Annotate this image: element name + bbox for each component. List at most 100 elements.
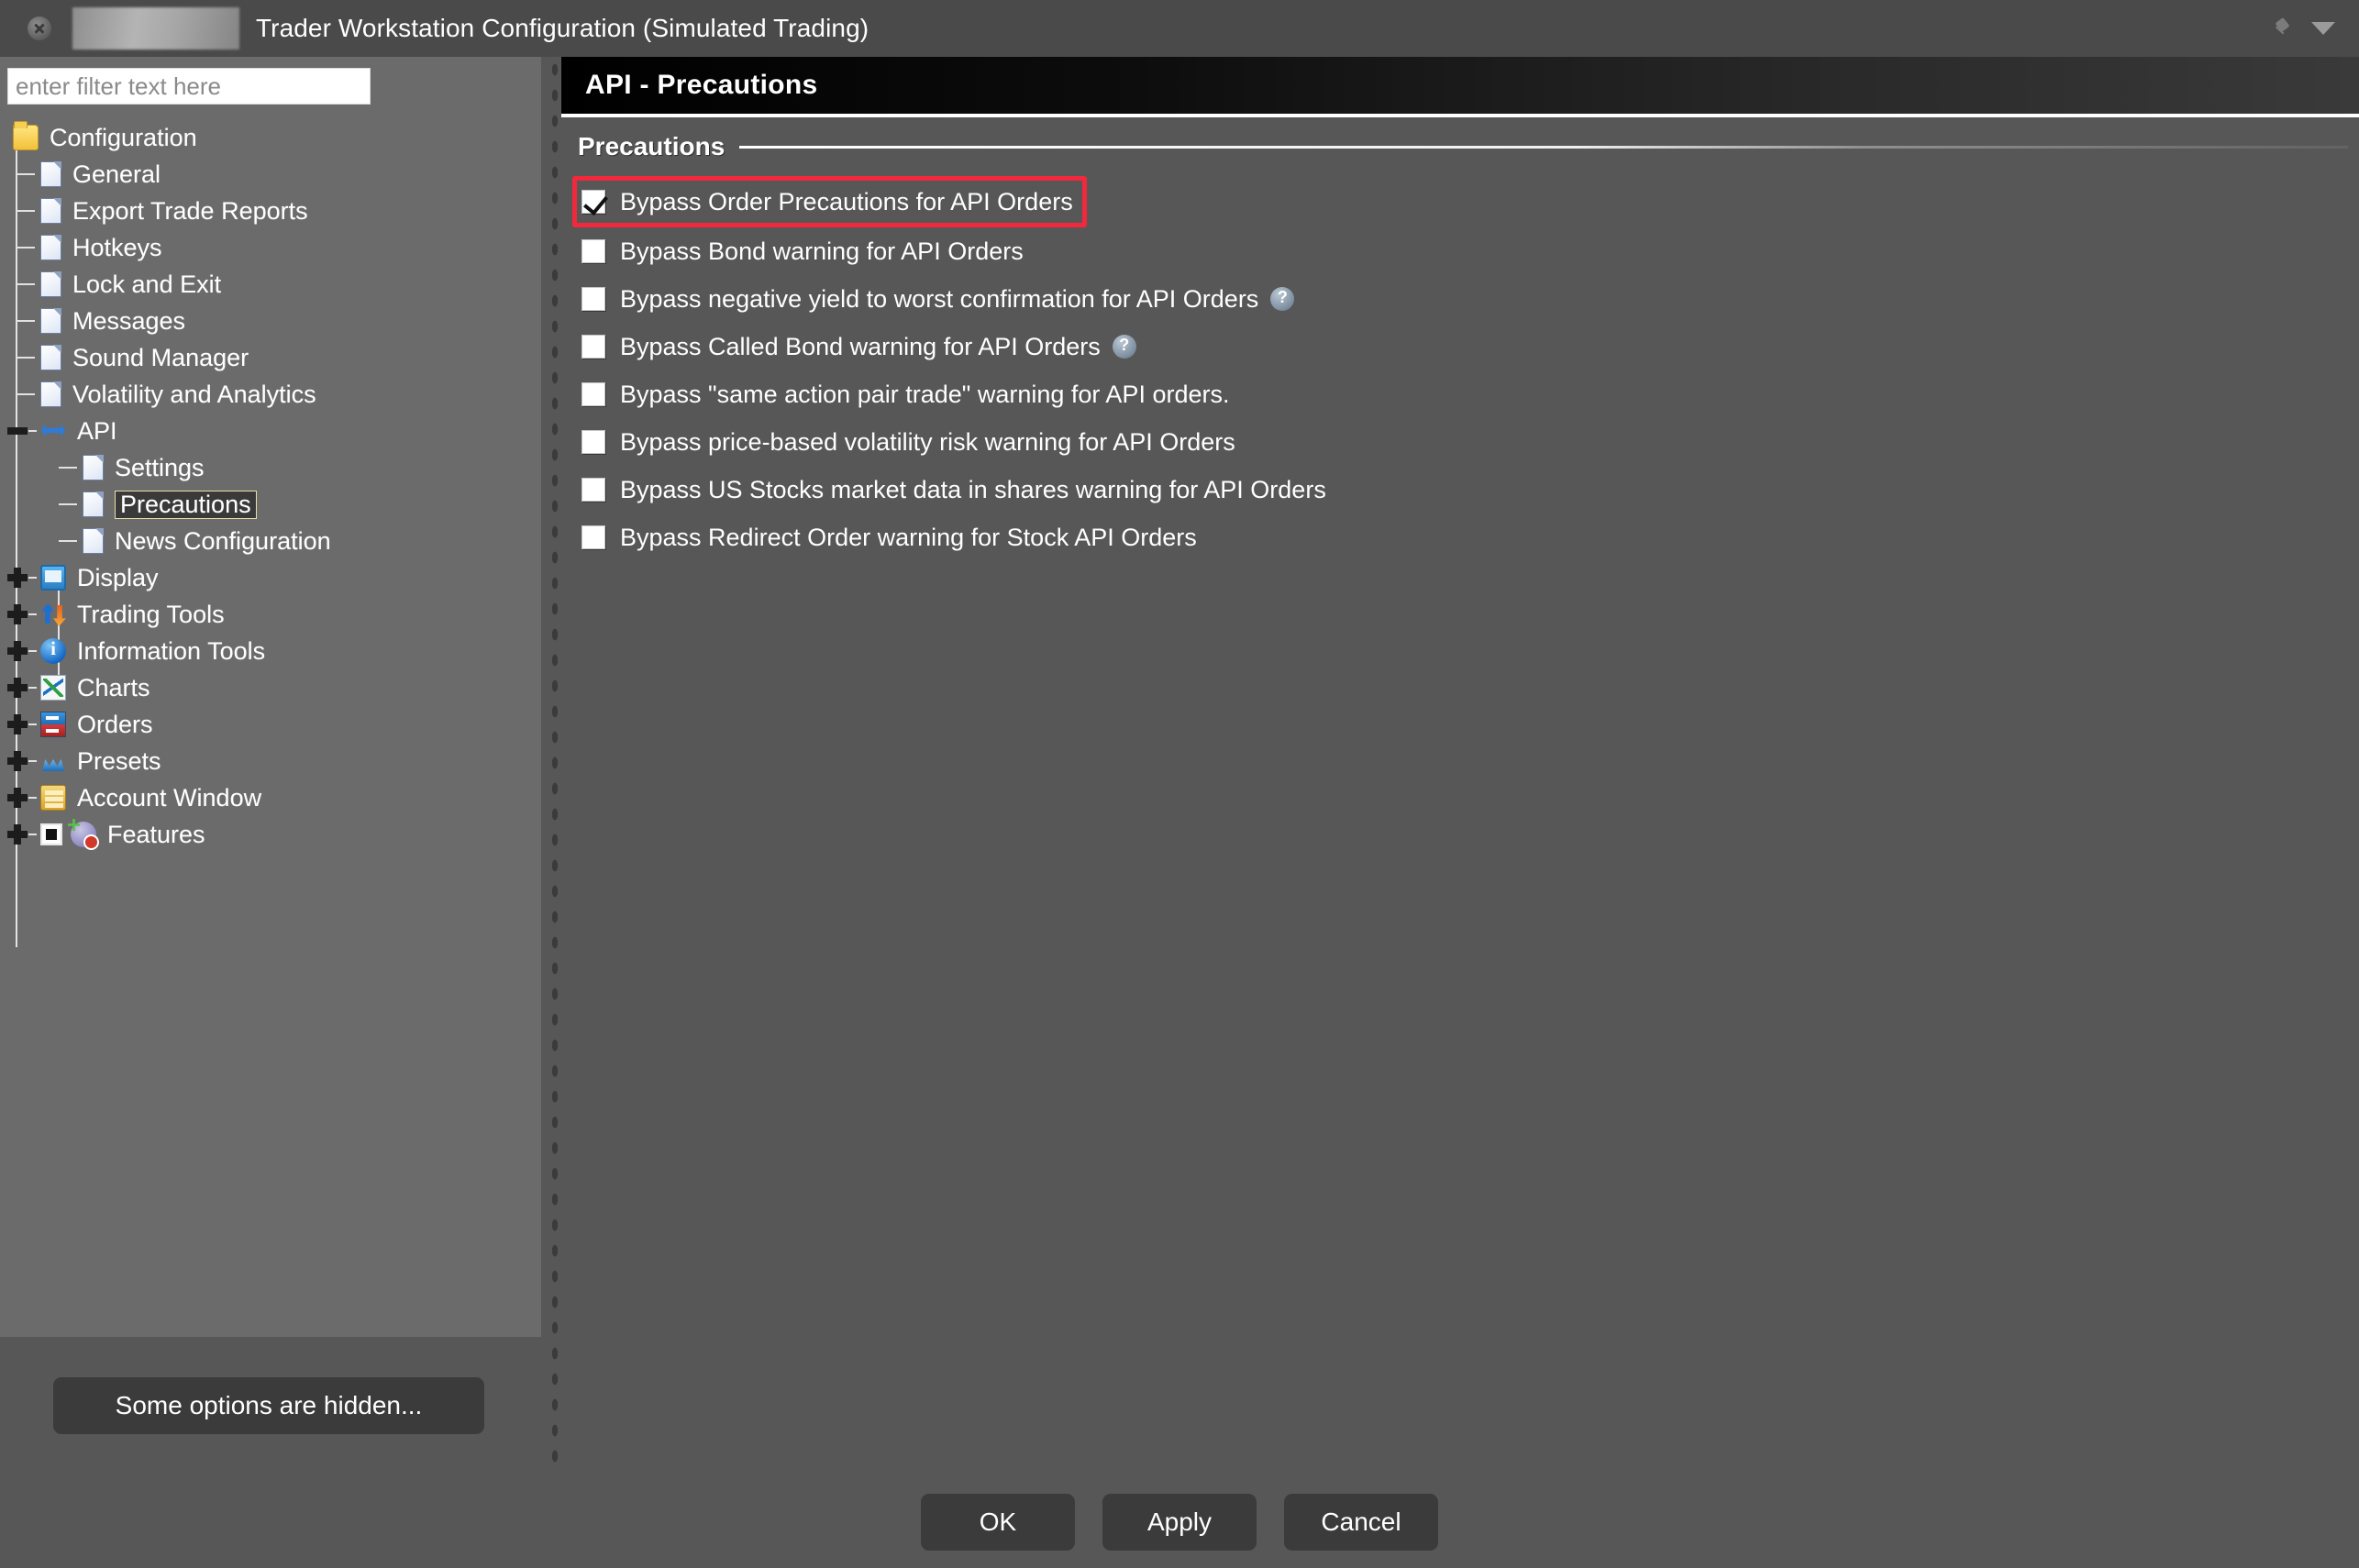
features-checkbox[interactable] [40, 823, 62, 845]
document-icon [83, 491, 104, 517]
tree-item-label: Hotkeys [72, 236, 162, 260]
help-icon[interactable] [1270, 287, 1294, 311]
tree-connector [17, 173, 35, 175]
tree-item-configuration[interactable]: Configuration [0, 119, 541, 156]
tree-item-label: Trading Tools [77, 602, 225, 627]
split-pane-divider[interactable] [548, 57, 561, 1467]
expand-plus-icon[interactable] [7, 604, 28, 624]
expand-plus-icon[interactable] [7, 824, 28, 845]
presets-icon [40, 748, 66, 774]
tree-item-messages[interactable]: Messages [0, 303, 541, 339]
expand-plus-icon[interactable] [7, 568, 28, 588]
tree-connector [28, 430, 37, 432]
tree-item-api[interactable]: API [0, 413, 541, 449]
expand-plus-icon[interactable] [7, 714, 28, 734]
tree-item-information-tools[interactable]: Information Tools [0, 633, 541, 669]
tree-item-general[interactable]: General [0, 156, 541, 193]
group-title: Precautions [578, 132, 725, 161]
section-header: API - Precautions [561, 57, 2359, 117]
checkbox-unchecked-icon[interactable] [581, 287, 605, 311]
collapse-minus-icon[interactable] [7, 421, 28, 441]
tree-item-label: Display [77, 566, 159, 591]
apply-button[interactable]: Apply [1102, 1494, 1257, 1551]
window-title-bar: Trader Workstation Configuration (Simula… [0, 0, 2359, 57]
checkbox-row[interactable]: Bypass negative yield to worst confirmat… [581, 275, 1303, 323]
document-icon [40, 271, 61, 297]
tree-item-volatility-and-analytics[interactable]: Volatility and Analytics [0, 376, 541, 413]
cancel-button[interactable]: Cancel [1284, 1494, 1438, 1551]
tree-item-label: Orders [77, 712, 153, 737]
tree-item-label: General [72, 162, 161, 187]
document-icon [40, 308, 61, 334]
tree-item-label: Sound Manager [72, 346, 249, 370]
tree-item-lock-and-exit[interactable]: Lock and Exit [0, 266, 541, 303]
tree-connector [28, 687, 37, 689]
precautions-checkbox-list: Bypass Order Precautions for API OrdersB… [561, 176, 2359, 561]
tree-item-display[interactable]: Display [0, 559, 541, 596]
checkbox-row[interactable]: Bypass US Stocks market data in shares w… [581, 466, 1335, 513]
checkbox-checked-icon[interactable] [581, 190, 605, 214]
expand-plus-icon[interactable] [7, 678, 28, 698]
checkbox-unchecked-icon[interactable] [581, 525, 605, 549]
tree-connector [17, 210, 35, 212]
page-title: API - Precautions [585, 70, 818, 101]
document-icon [40, 345, 61, 370]
checkbox-unchecked-icon[interactable] [581, 430, 605, 454]
configuration-tree: Configuration General Export Trade Reports… [0, 119, 541, 853]
tree-item-charts[interactable]: Charts [0, 669, 541, 706]
ok-button[interactable]: OK [921, 1494, 1075, 1551]
trading-tools-icon [40, 602, 66, 627]
tree-item-settings[interactable]: Settings [0, 449, 541, 486]
tree-item-export-trade-reports[interactable]: Export Trade Reports [0, 193, 541, 229]
titlebar-controls [2273, 17, 2335, 39]
tree-item-sound-manager[interactable]: Sound Manager [0, 339, 541, 376]
hidden-options-button[interactable]: Some options are hidden... [53, 1377, 484, 1434]
checkbox-label: Bypass US Stocks market data in shares w… [620, 476, 1326, 504]
tree-item-account-window[interactable]: Account Window [0, 779, 541, 816]
checkbox-row[interactable]: Bypass Called Bond warning for API Order… [581, 323, 1146, 370]
tree-item-precautions[interactable]: Precautions [0, 486, 541, 523]
tree-item-news-configuration[interactable]: News Configuration [0, 523, 541, 559]
tree-connector [28, 650, 37, 652]
checkbox-unchecked-icon[interactable] [581, 478, 605, 502]
dialog-button-bar: OK Apply Cancel [0, 1476, 2359, 1568]
pushpin-icon[interactable] [2273, 17, 2293, 39]
close-icon[interactable] [28, 17, 51, 40]
tree-item-label: Account Window [77, 786, 261, 811]
tree-connector [17, 283, 35, 285]
orders-icon [40, 712, 66, 737]
checkbox-row[interactable]: Bypass "same action pair trade" warning … [581, 370, 1238, 418]
expand-plus-icon[interactable] [7, 641, 28, 661]
checkbox-unchecked-icon[interactable] [581, 335, 605, 359]
tree-item-hotkeys[interactable]: Hotkeys [0, 229, 541, 266]
tree-item-label: Settings [115, 456, 205, 480]
info-icon [40, 638, 66, 664]
tree-item-orders[interactable]: Orders [0, 706, 541, 743]
checkbox-row[interactable]: Bypass price-based volatility risk warni… [581, 418, 1245, 466]
checkbox-row[interactable]: Bypass Redirect Order warning for Stock … [581, 513, 1206, 561]
tree-item-trading-tools[interactable]: Trading Tools [0, 596, 541, 633]
tree-connector [28, 760, 37, 762]
document-icon [83, 455, 104, 480]
expand-plus-icon[interactable] [7, 751, 28, 771]
tree-item-label: Precautions [115, 491, 257, 519]
checkbox-unchecked-icon[interactable] [581, 382, 605, 406]
tree-item-label: Charts [77, 676, 150, 701]
tree-item-label: Features [107, 823, 205, 847]
checkbox-row[interactable]: Bypass Order Precautions for API Orders [572, 176, 1087, 227]
tree-connector [28, 723, 37, 725]
filter-input[interactable] [7, 68, 371, 105]
tree-connector [59, 540, 77, 542]
group-header: Precautions [561, 132, 2359, 161]
tree-item-features[interactable]: Features [0, 816, 541, 853]
expand-plus-icon[interactable] [7, 788, 28, 808]
chevron-down-icon[interactable] [2311, 22, 2335, 35]
tree-item-presets[interactable]: Presets [0, 743, 541, 779]
tree-connector [17, 393, 35, 395]
checkbox-row[interactable]: Bypass Bond warning for API Orders [581, 227, 1033, 275]
tree-item-label: News Configuration [115, 529, 331, 554]
features-gear-icon [71, 822, 96, 847]
help-icon[interactable] [1113, 335, 1136, 359]
tree-connector [17, 357, 35, 359]
checkbox-unchecked-icon[interactable] [581, 239, 605, 263]
